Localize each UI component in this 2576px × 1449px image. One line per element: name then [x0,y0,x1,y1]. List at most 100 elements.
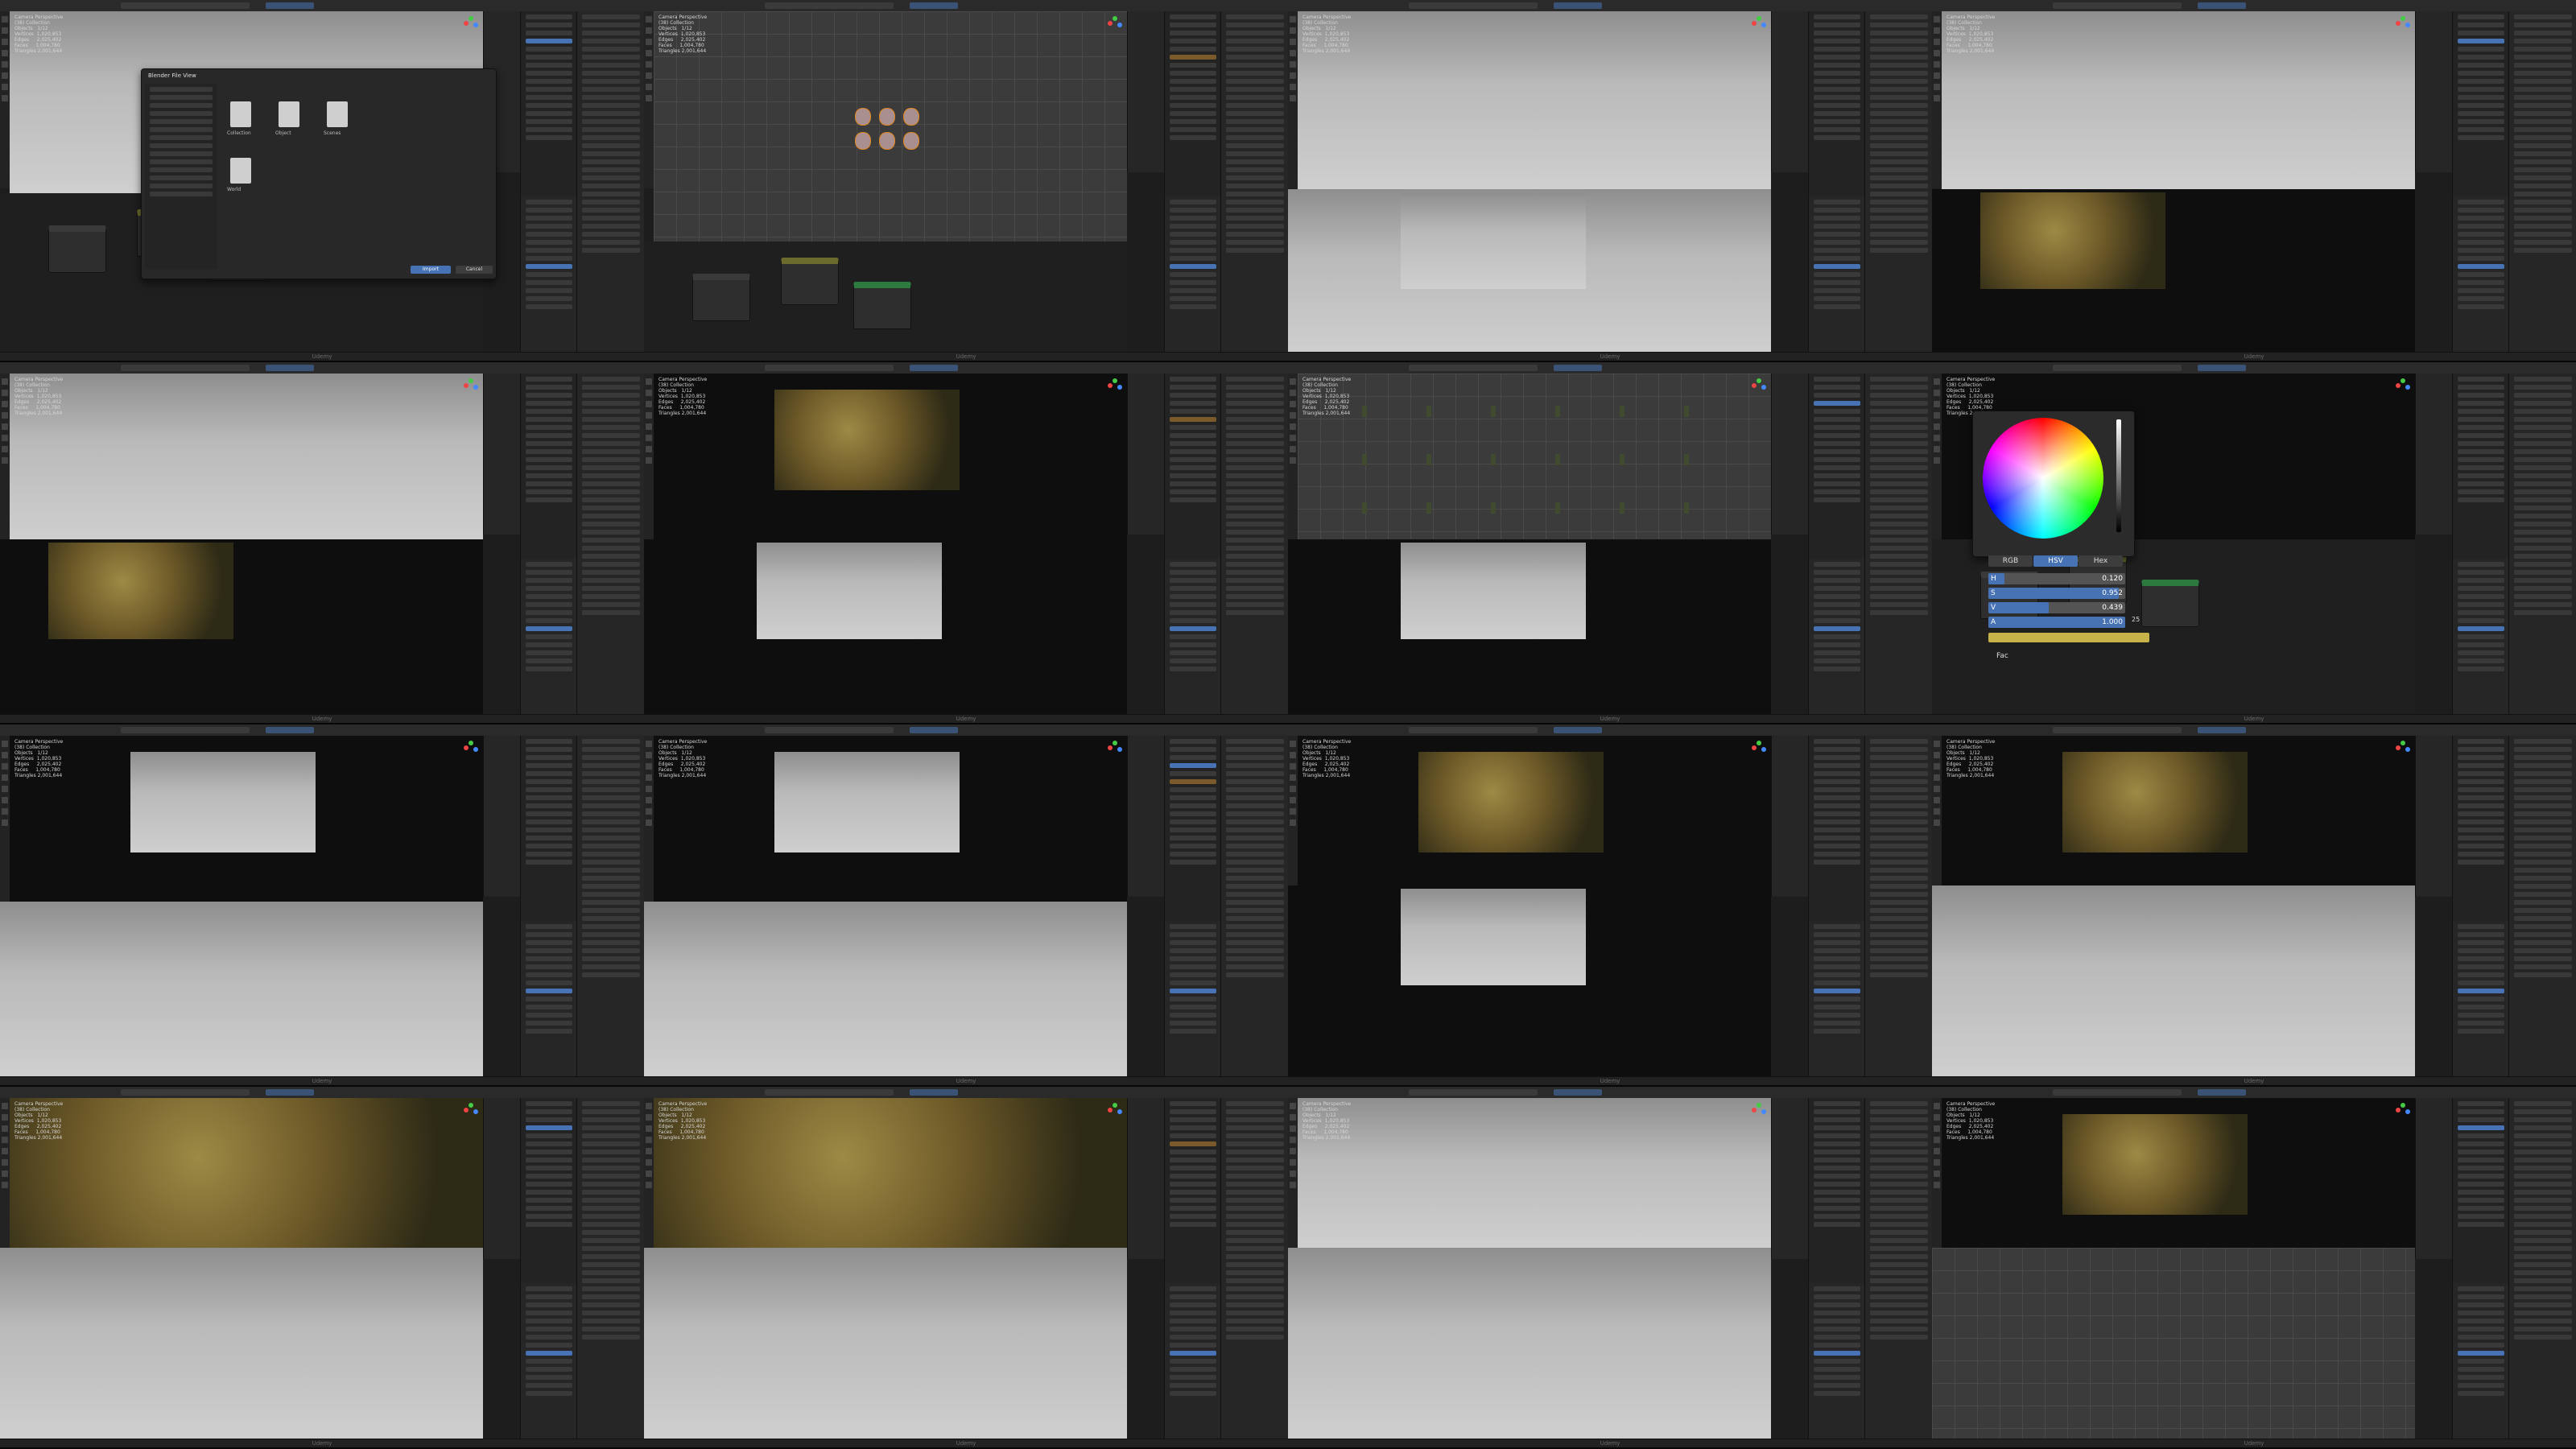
property-field[interactable] [2514,1125,2572,1130]
property-field[interactable] [1870,771,1928,776]
outliner-row[interactable] [2458,819,2504,824]
axis-dot[interactable] [473,1109,478,1114]
outliner-row[interactable] [1170,39,1216,43]
outliner-row[interactable] [1814,787,1860,792]
navigation-gizmo[interactable] [1752,741,1766,755]
outliner-row[interactable] [1170,1109,1216,1114]
axis-dot[interactable] [2405,385,2410,390]
property-field[interactable] [582,240,640,245]
property-field[interactable] [1870,811,1928,816]
sidebar-bookmark[interactable] [150,103,213,108]
tool-icon[interactable] [1934,435,1940,441]
property-field[interactable] [2514,135,2572,140]
property-field[interactable] [1870,240,1928,245]
property-field[interactable] [1870,1109,1928,1114]
property-field[interactable] [1226,151,1284,156]
viewport-3d[interactable]: Camera Perspective (38) Collection Objec… [654,374,1127,539]
property-field[interactable] [1870,1262,1928,1267]
property-field[interactable] [526,304,572,309]
property-field[interactable] [1226,39,1284,43]
property-field[interactable] [2514,200,2572,204]
property-field[interactable] [1870,1302,1928,1307]
property-field[interactable] [2514,844,2572,848]
tool-icon[interactable] [1290,819,1296,826]
outliner-row[interactable] [2458,441,2504,446]
tool-icon[interactable] [1934,446,1940,452]
workspace-tabs[interactable] [121,365,250,371]
property-field[interactable] [1226,393,1284,398]
property-field[interactable] [1226,1101,1284,1106]
property-field[interactable] [2458,997,2504,1001]
outliner-row[interactable] [526,828,572,832]
property-field[interactable] [582,1190,640,1195]
property-field[interactable] [1870,175,1928,180]
property-field[interactable] [526,232,572,237]
outliner-row[interactable] [2458,1190,2504,1195]
property-field[interactable] [1870,425,1928,430]
tool-icon[interactable] [646,27,652,34]
property-field[interactable] [2514,1294,2572,1299]
property-field[interactable] [2458,964,2504,969]
property-field[interactable] [526,1343,572,1348]
outliner-row[interactable] [1170,836,1216,840]
tool-icon[interactable] [1290,786,1296,792]
workspace-tabs[interactable] [121,727,250,733]
property-field[interactable] [1870,55,1928,60]
property-field[interactable] [582,747,640,752]
tool-icon[interactable] [1290,16,1296,23]
property-field[interactable] [1226,1302,1284,1307]
property-field[interactable] [1226,433,1284,438]
property-field[interactable] [526,667,572,671]
property-field[interactable] [1170,956,1216,961]
axis-dot[interactable] [464,1108,469,1113]
property-field[interactable] [582,151,640,156]
sidebar-bookmark[interactable] [150,87,213,92]
property-field[interactable] [1226,473,1284,478]
property-field[interactable] [1226,538,1284,543]
property-field[interactable] [2514,892,2572,897]
property-field[interactable] [1814,224,1860,229]
property-field[interactable] [1226,1246,1284,1251]
property-field[interactable] [1814,296,1860,301]
outliner-row[interactable] [1814,23,1860,27]
outliner-row[interactable] [2458,836,2504,840]
tool-icon[interactable] [1934,16,1940,23]
property-field[interactable] [582,1150,640,1154]
property-field[interactable] [2458,667,2504,671]
property-field[interactable] [2458,296,2504,301]
property-field[interactable] [2514,409,2572,414]
property-field[interactable] [1226,1230,1284,1235]
property-field[interactable] [1226,481,1284,486]
property-field[interactable] [2514,578,2572,583]
color-wheel[interactable] [1983,418,2103,539]
property-field[interactable] [2458,618,2504,623]
outliner-row[interactable] [1814,1109,1860,1114]
property-field[interactable] [1226,1141,1284,1146]
property-field[interactable] [1226,795,1284,800]
property-field[interactable] [1870,135,1928,140]
property-field[interactable] [1814,989,1860,993]
file-icon[interactable] [230,158,251,184]
navigation-gizmo[interactable] [1108,16,1122,31]
property-field[interactable] [2458,578,2504,583]
property-field[interactable] [2514,55,2572,60]
property-field[interactable] [2514,1335,2572,1340]
property-field[interactable] [1226,23,1284,27]
outliner-row[interactable] [526,489,572,494]
property-field[interactable] [2458,280,2504,285]
property-field[interactable] [1226,747,1284,752]
property-field[interactable] [2458,256,2504,261]
property-field[interactable] [2514,224,2572,229]
property-field[interactable] [1870,1278,1928,1283]
outliner-row[interactable] [1170,95,1216,100]
outliner-row[interactable] [1170,14,1216,19]
axis-dot[interactable] [1761,1109,1766,1114]
property-field[interactable] [2514,538,2572,543]
property-field[interactable] [1870,71,1928,76]
property-field[interactable] [582,779,640,784]
tool-icon[interactable] [2,390,8,396]
outliner-row[interactable] [1814,803,1860,808]
outliner-row[interactable] [1170,71,1216,76]
property-field[interactable] [582,143,640,148]
property-field[interactable] [1870,31,1928,35]
